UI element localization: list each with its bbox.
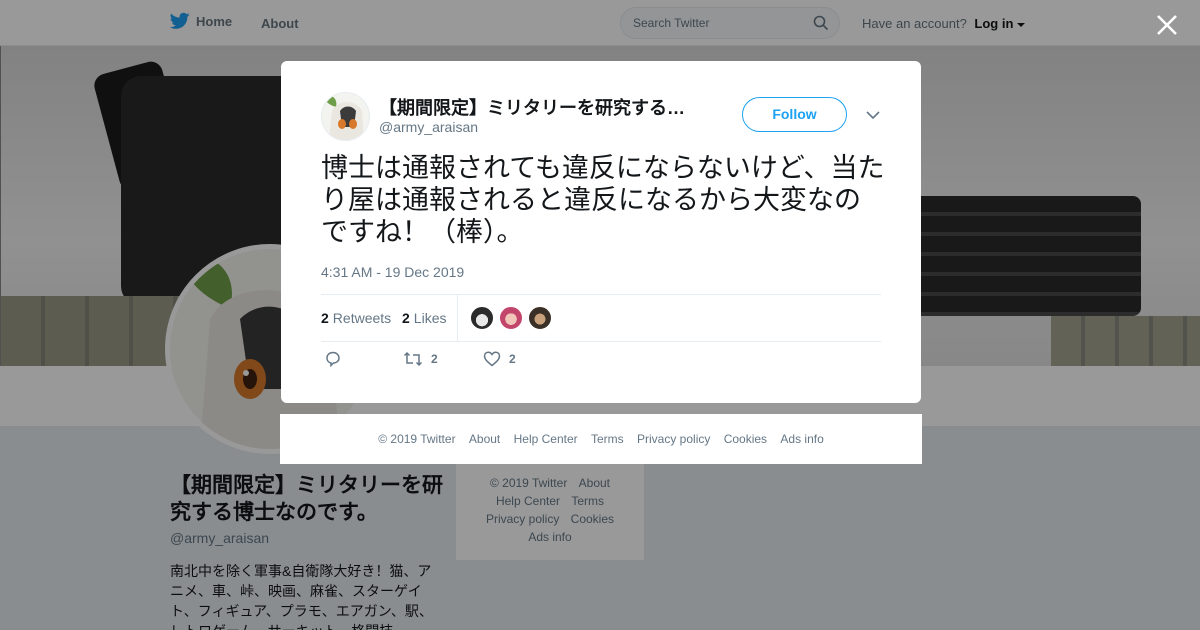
retweet-button[interactable]: 2 [403,350,438,368]
tweet-timestamp[interactable]: 4:31 AM - 19 Dec 2019 [321,264,464,280]
like-action-count: 2 [509,352,516,366]
likes-stat[interactable]: 2 Likes [402,310,446,326]
heart-icon [483,351,501,367]
liker-avatar[interactable] [470,306,494,330]
footer-ads-link[interactable]: Ads info [780,432,823,446]
likes-label: Likes [413,310,447,326]
footer-cookies-link[interactable]: Cookies [724,432,767,446]
tweet-text: 博士は通報されても違反にならないけど、当たり屋は通報されると違反になるから大変な… [321,153,885,248]
close-icon[interactable] [1154,12,1180,38]
likes-count: 2 [402,310,410,326]
liker-avatar[interactable] [528,306,552,330]
footer-help-link[interactable]: Help Center [514,432,578,446]
reply-button[interactable] [324,350,342,368]
owl-character-avatar-art [322,93,369,140]
retweets-count: 2 [321,310,329,326]
tweet-actions: 2 2 [321,350,621,374]
retweets-stat[interactable]: 2 Retweets [321,310,391,326]
tweet-modal: 【期間限定】ミリタリーを研究する… @army_araisan Follow 博… [281,61,921,403]
footer-copyright: © 2019 Twitter [378,432,456,446]
like-button[interactable]: 2 [483,350,516,368]
footer-privacy-link[interactable]: Privacy policy [637,432,710,446]
footer-terms-link[interactable]: Terms [591,432,624,446]
retweet-action-count: 2 [431,352,438,366]
follow-button[interactable]: Follow [742,97,847,132]
stats-divider [457,295,458,341]
modal-footer: © 2019 Twitter About Help Center Terms P… [280,414,922,464]
retweet-icon [403,351,423,367]
footer-about-link[interactable]: About [469,432,500,446]
retweets-label: Retweets [332,310,392,326]
tweet-author-avatar[interactable] [321,92,370,141]
reply-icon [326,351,340,368]
chevron-down-icon[interactable] [865,107,881,123]
tweet-author-name[interactable]: 【期間限定】ミリタリーを研究する… [379,94,685,120]
tweet-stats: 2 Retweets 2 Likes [321,294,881,342]
tweet-author-handle[interactable]: @army_araisan [379,119,478,135]
liker-avatar[interactable] [499,306,523,330]
